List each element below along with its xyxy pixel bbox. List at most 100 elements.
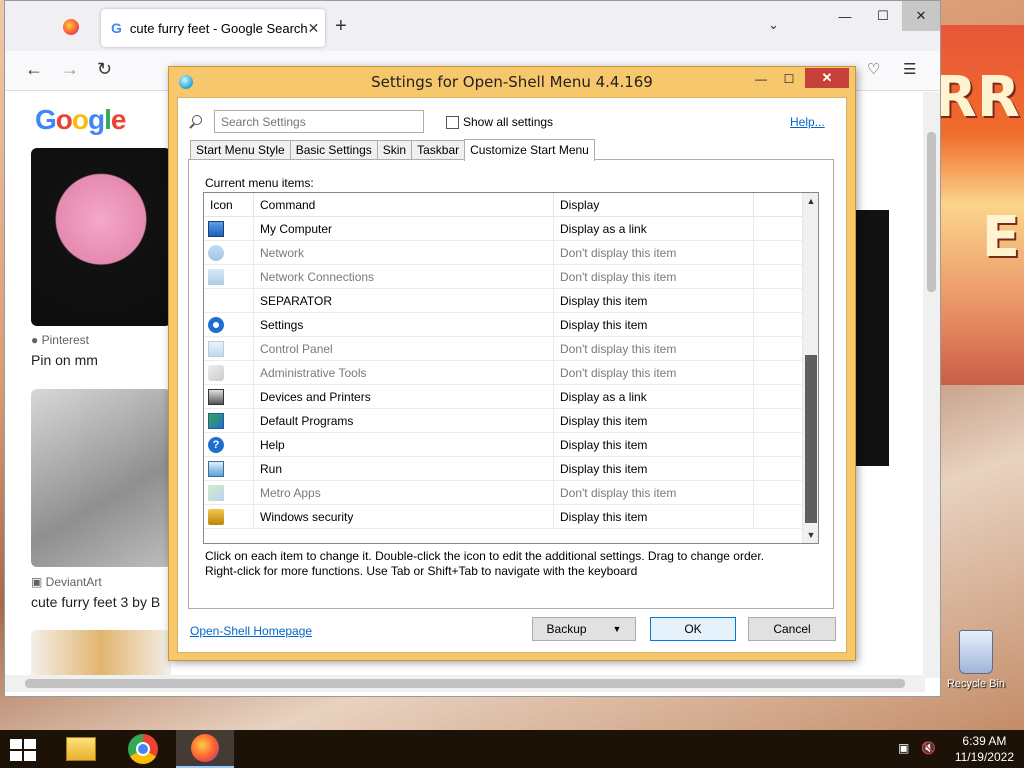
menu-item-row[interactable]: Default Programs Display this item — [204, 408, 818, 433]
menu-icon[interactable]: ☰ — [903, 60, 916, 78]
menu-item-row[interactable]: Settings Display this item — [204, 312, 818, 337]
column-display[interactable]: Display — [554, 193, 754, 216]
scroll-thumb[interactable] — [805, 355, 817, 523]
menu-item-row[interactable]: Metro Apps Don't display this item — [204, 480, 818, 505]
tab-start-menu-style[interactable]: Start Menu Style — [190, 140, 291, 160]
menu-item-row[interactable]: ? Help Display this item — [204, 432, 818, 457]
image-result-2[interactable] — [31, 389, 171, 567]
show-all-settings[interactable]: Show all settings — [446, 115, 553, 129]
page-vertical-scrollbar[interactable] — [923, 92, 940, 678]
file-explorer-taskbar-button[interactable] — [52, 730, 110, 768]
system-tray: ▣ 🔇 — [898, 741, 936, 755]
google-logo[interactable]: Google — [35, 104, 126, 136]
dialog-close-button[interactable]: ✕ — [805, 68, 849, 88]
my-computer-icon[interactable] — [208, 220, 224, 237]
menu-item-row[interactable]: Network Connections Don't display this it… — [204, 264, 818, 289]
search-icon — [188, 113, 206, 131]
close-button[interactable]: ✕ — [902, 1, 940, 31]
menu-item-row[interactable]: Windows security Display this item — [204, 504, 818, 529]
minimize-button[interactable]: — — [826, 1, 864, 31]
column-command[interactable]: Command — [254, 193, 554, 216]
menu-item-display[interactable]: Display this item — [554, 312, 754, 337]
clock[interactable]: 6:39 AM 11/19/2022 — [955, 733, 1014, 765]
menu-item-display[interactable]: Display this item — [554, 432, 754, 457]
reload-icon[interactable]: ↻ — [97, 59, 112, 80]
column-icon[interactable]: Icon — [204, 193, 254, 216]
backup-button[interactable]: Backup ▼ — [532, 617, 636, 641]
volume-muted-icon[interactable]: 🔇 — [921, 741, 936, 755]
menu-item-display[interactable]: Display as a link — [554, 216, 754, 241]
firefox-icon[interactable] — [63, 19, 79, 35]
forward-icon[interactable]: → — [61, 59, 79, 80]
menu-item-display[interactable]: Display this item — [554, 456, 754, 481]
firefox-taskbar-button[interactable] — [176, 730, 234, 768]
help-icon[interactable]: ? — [208, 436, 224, 453]
tab-basic-settings[interactable]: Basic Settings — [289, 140, 378, 160]
menu-item-row[interactable]: Run Display this item — [204, 456, 818, 481]
menu-item-row[interactable]: SEPARATOR Display this item — [204, 288, 818, 313]
network-status-icon[interactable]: ▣ — [898, 741, 909, 755]
recycle-bin[interactable]: Recycle Bin — [944, 630, 1008, 690]
show-all-checkbox[interactable] — [446, 115, 459, 129]
menu-item-command: Network Connections — [254, 264, 554, 289]
menu-item-display[interactable]: Don't display this item — [554, 336, 754, 361]
list-scrollbar[interactable]: ▲ ▼ — [802, 193, 818, 543]
run-icon[interactable] — [208, 460, 224, 477]
lock-icon[interactable] — [208, 508, 224, 525]
page-horizontal-scrollbar[interactable] — [5, 675, 925, 692]
menu-item-display[interactable]: Don't display this item — [554, 240, 754, 265]
dialog-minimize-button[interactable]: — — [747, 69, 775, 89]
pocket-icon[interactable]: ♡ — [867, 60, 880, 78]
image-result-3[interactable] — [31, 630, 171, 678]
scroll-up-icon[interactable]: ▲ — [803, 193, 818, 209]
back-icon[interactable]: ← — [25, 59, 43, 80]
cancel-button[interactable]: Cancel — [748, 617, 836, 641]
menu-item-row[interactable]: Devices and Printers Display as a link — [204, 384, 818, 409]
search-settings-input[interactable] — [214, 110, 424, 133]
image-result-dark[interactable] — [855, 210, 889, 466]
google-favicon-icon: G — [111, 20, 122, 36]
network-connections-icon[interactable] — [208, 268, 224, 285]
result-title[interactable]: Pin on mm — [31, 352, 98, 368]
dropdown-arrow-icon: ▼ — [612, 624, 622, 634]
menu-item-display[interactable]: Display this item — [554, 408, 754, 433]
tab-close-icon[interactable]: ✕ — [308, 20, 320, 37]
result-title[interactable]: cute furry feet 3 by B — [31, 594, 160, 610]
menu-item-command: Help — [254, 432, 554, 457]
chrome-taskbar-button[interactable] — [114, 730, 172, 768]
control-panel-icon[interactable] — [208, 340, 224, 357]
administrative-tools-icon[interactable] — [208, 364, 224, 381]
tab-customize-start-menu[interactable]: Customize Start Menu — [464, 139, 595, 161]
network-icon[interactable] — [208, 244, 224, 261]
metro-apps-icon[interactable] — [208, 484, 224, 501]
menu-item-display[interactable]: Don't display this item — [554, 480, 754, 505]
scroll-down-icon[interactable]: ▼ — [803, 527, 818, 543]
tab-taskbar[interactable]: Taskbar — [411, 140, 466, 160]
menu-item-display[interactable]: Display this item — [554, 288, 754, 313]
image-result-1[interactable] — [31, 148, 171, 326]
start-button[interactable] — [10, 739, 36, 761]
menu-item-display[interactable]: Don't display this item — [554, 360, 754, 385]
help-link[interactable]: Help... — [790, 115, 825, 129]
tab-google-search[interactable]: G cute furry feet - Google Search ✕ — [101, 9, 325, 47]
printer-icon[interactable] — [208, 388, 224, 405]
dialog-maximize-button[interactable]: ☐ — [775, 69, 803, 89]
settings-gear-icon[interactable] — [208, 316, 224, 333]
tab-skin[interactable]: Skin — [376, 140, 413, 160]
menu-item-row[interactable]: Administrative Tools Don't display this i… — [204, 360, 818, 385]
menu-item-display[interactable]: Don't display this item — [554, 264, 754, 289]
menu-item-display[interactable]: Display this item — [554, 504, 754, 529]
menu-item-row[interactable]: Control Panel Don't display this item — [204, 336, 818, 361]
open-shell-homepage-link[interactable]: Open-Shell Homepage — [190, 624, 312, 638]
dialog-titlebar[interactable]: Settings for Open-Shell Menu 4.4.169 — ☐… — [169, 67, 855, 97]
list-header: Icon Command Display — [204, 193, 818, 217]
default-programs-icon[interactable] — [208, 412, 224, 429]
maximize-button[interactable]: ☐ — [864, 1, 902, 31]
new-tab-button[interactable]: + — [335, 15, 347, 38]
menu-item-display[interactable]: Display as a link — [554, 384, 754, 409]
tab-strip: G cute furry feet - Google Search ✕ + ⌄ … — [5, 1, 940, 51]
list-tabs-button[interactable]: ⌄ — [768, 17, 779, 33]
menu-item-row[interactable]: Network Don't display this item — [204, 240, 818, 265]
menu-item-row[interactable]: My Computer Display as a link — [204, 216, 818, 241]
ok-button[interactable]: OK — [650, 617, 736, 641]
